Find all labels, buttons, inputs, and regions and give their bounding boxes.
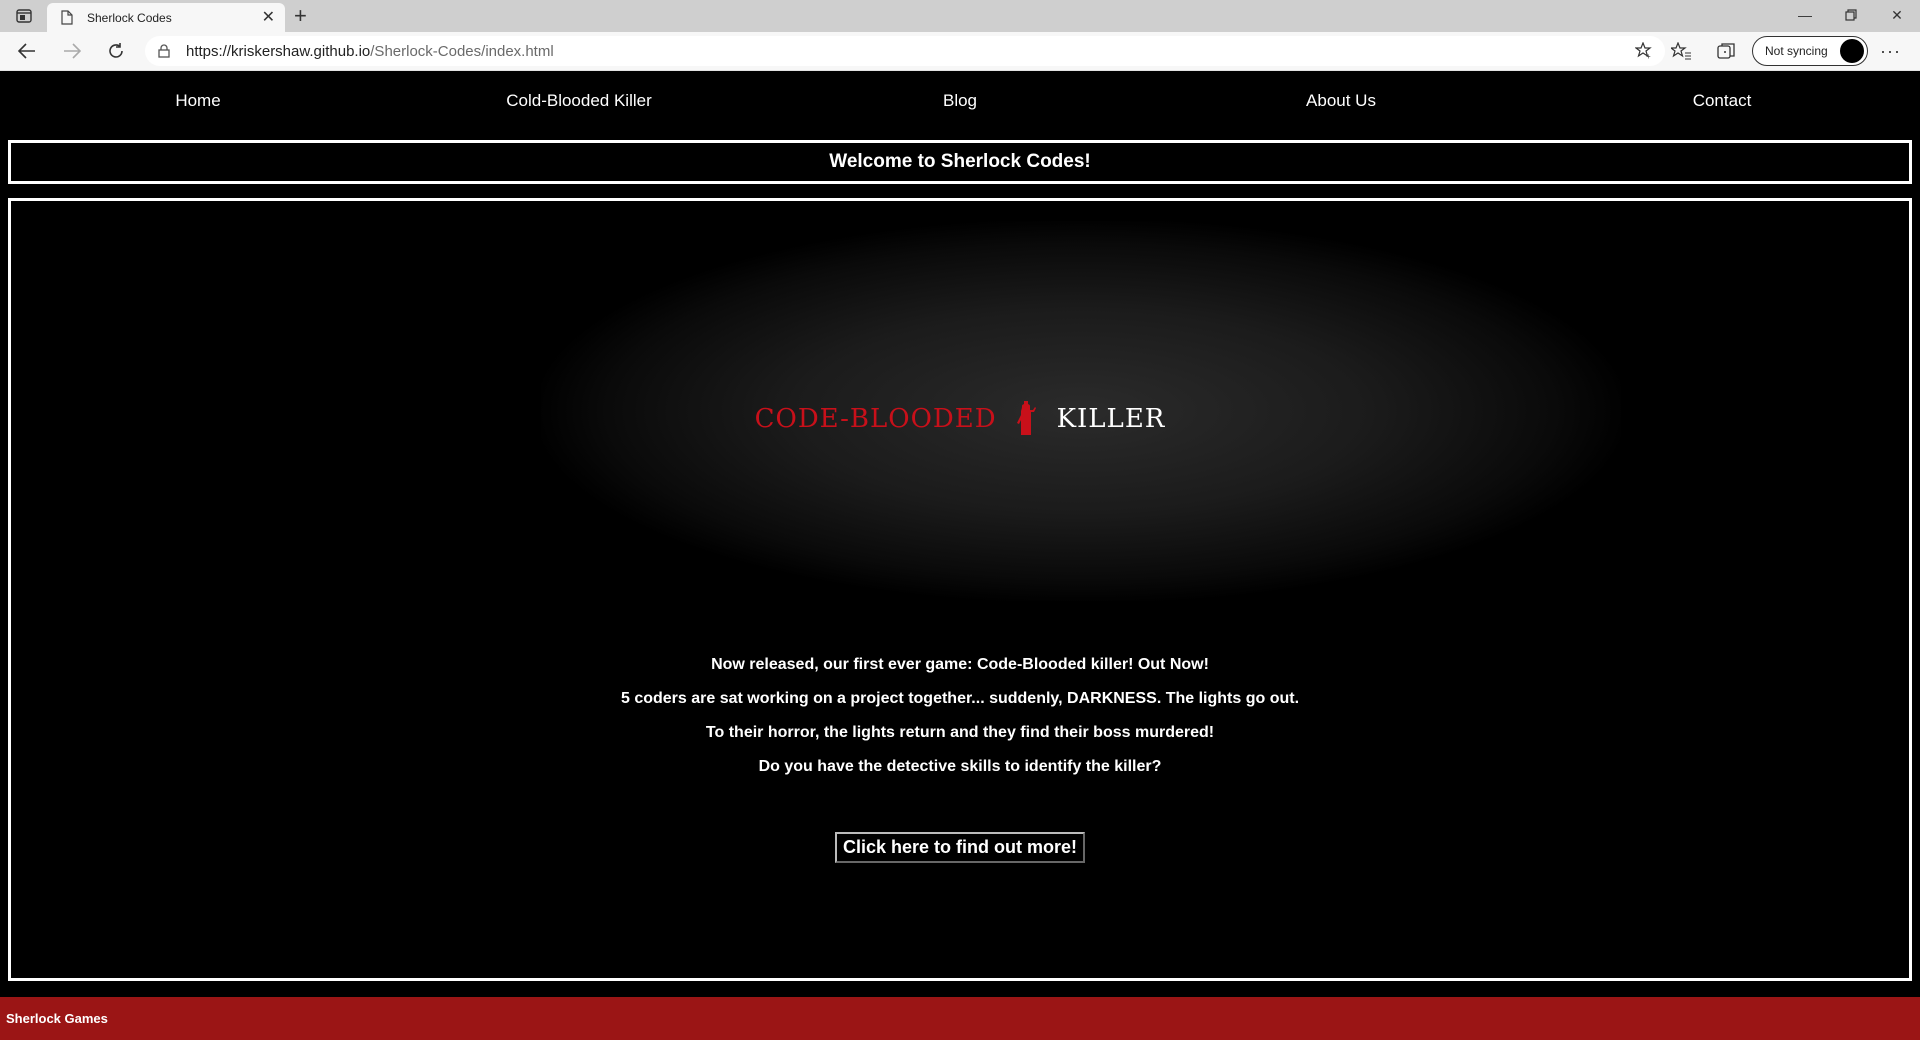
add-favorite-icon[interactable]: + [1634, 41, 1653, 61]
fire-extinguisher-icon [1016, 401, 1036, 435]
footer: Sherlock Games [0, 997, 1920, 1040]
cta-container: Click here to find out more! [11, 832, 1909, 863]
profile-sync-button[interactable]: Not syncing [1752, 36, 1868, 66]
close-window-icon[interactable]: ✕ [1874, 0, 1920, 30]
footer-text: Sherlock Games [6, 1011, 108, 1026]
intro-line: Do you have the detective skills to iden… [758, 758, 1162, 775]
site-nav: Home Cold-Blooded Killer Blog About Us C… [0, 71, 1920, 137]
nav-home[interactable]: Home [8, 91, 388, 111]
welcome-banner: Welcome to Sherlock Codes! [8, 140, 1912, 184]
nav-cold-blooded-killer[interactable]: Cold-Blooded Killer [389, 91, 769, 111]
url-text[interactable]: https://kriskershaw.github.io/Sherlock-C… [186, 43, 554, 60]
tab-title: Sherlock Codes [87, 10, 172, 25]
new-tab-icon[interactable]: + [294, 4, 307, 28]
intro-line: To their horror, the lights return and t… [705, 724, 1215, 741]
nav-contact[interactable]: Contact [1532, 91, 1912, 111]
forward-icon[interactable] [60, 40, 84, 62]
intro-text: Now released, our first ever game: Code-… [11, 656, 1909, 792]
collections-icon[interactable] [1716, 41, 1736, 61]
sync-label: Not syncing [1765, 44, 1828, 58]
browser-toolbar: https://kriskershaw.github.io/Sherlock-C… [0, 32, 1920, 71]
intro-line: Now released, our first ever game: Code-… [711, 656, 1209, 673]
favorites-icon[interactable] [1671, 41, 1691, 61]
back-icon[interactable] [15, 40, 39, 62]
game-logo: CODE-BLOODED KILLER [11, 401, 1909, 437]
address-bar[interactable]: https://kriskershaw.github.io/Sherlock-C… [145, 36, 1665, 66]
page-title: Welcome to Sherlock Codes! [829, 151, 1091, 172]
close-tab-icon[interactable]: ✕ [262, 9, 275, 26]
logo-right-text: KILLER [1056, 404, 1166, 434]
avatar [1840, 39, 1864, 63]
minimize-icon[interactable]: — [1782, 0, 1828, 30]
svg-text:+: + [1646, 52, 1651, 60]
nav-blog[interactable]: Blog [770, 91, 1150, 111]
intro-line: 5 coders are sat working on a project to… [620, 690, 1300, 707]
browser-tab-bar: Sherlock Codes ✕ + — ✕ [0, 0, 1920, 32]
tab-actions-icon[interactable] [12, 7, 36, 25]
logo-left-text: CODE-BLOODED [754, 404, 997, 434]
restore-icon[interactable] [1828, 0, 1874, 30]
main-content: CODE-BLOODED KILLER Now released, our fi… [8, 198, 1912, 981]
nav-about-us[interactable]: About Us [1151, 91, 1531, 111]
refresh-icon[interactable] [104, 40, 128, 62]
browser-tab[interactable]: Sherlock Codes ✕ [47, 3, 285, 32]
lock-icon[interactable] [158, 43, 172, 59]
find-out-more-button[interactable]: Click here to find out more! [834, 832, 1086, 863]
settings-more-icon[interactable]: ··· [1880, 41, 1901, 62]
page-icon [61, 10, 77, 26]
